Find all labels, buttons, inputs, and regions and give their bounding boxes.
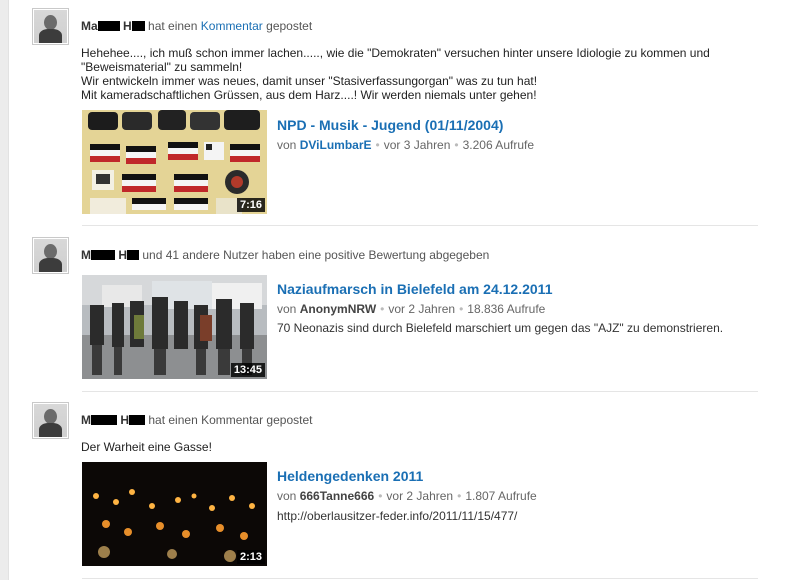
- feed-separator: [82, 578, 758, 579]
- avatar[interactable]: [32, 237, 69, 274]
- comment-text: Hehehee...., ich muß schon immer lachen.…: [81, 46, 710, 102]
- video-duration: 13:45: [230, 363, 265, 377]
- video-title-link[interactable]: Heldengedenken 2011: [277, 468, 423, 484]
- feed-separator: [82, 225, 758, 226]
- video-description: 70 Neonazis sind durch Bielefeld marschi…: [277, 321, 724, 335]
- video-duration: 2:13: [236, 550, 265, 564]
- avatar[interactable]: [32, 402, 69, 439]
- activity-headline: Ma H hat einen Kommentar gepostet: [81, 19, 313, 33]
- activity-headline: M H und 41 andere Nutzer haben eine posi…: [81, 248, 490, 262]
- video-thumbnail[interactable]: 13:45: [82, 275, 267, 379]
- video-thumbnail[interactable]: 2:13: [82, 462, 267, 566]
- feed-item: M H hat einen Kommentar gepostet Der War…: [30, 402, 760, 580]
- video-author-link[interactable]: DViLumbarE: [300, 138, 372, 152]
- video-author-link[interactable]: 666Tanne666: [300, 489, 375, 503]
- feed-separator: [82, 391, 758, 392]
- avatar[interactable]: [32, 8, 69, 45]
- username-link[interactable]: M H: [81, 248, 140, 262]
- activity-headline: M H hat einen Kommentar gepostet: [81, 413, 313, 427]
- video-description-link[interactable]: http://oberlausitzer-feder.info/2011/11/…: [277, 509, 517, 523]
- video-meta: von DViLumbarE • vor 3 Jahren • 3.206 Aufruf…: [277, 138, 534, 152]
- video-title-link[interactable]: NPD - Musik - Jugend (01/11/2004): [277, 117, 503, 133]
- comment-link[interactable]: Kommentar: [201, 19, 263, 33]
- comment-text: Der Warheit eine Gasse!: [81, 440, 212, 454]
- feed-item: Ma H hat einen Kommentar gepostet Hehehe…: [30, 8, 760, 222]
- video-title-link[interactable]: Naziaufmarsch in Bielefeld am 24.12.2011: [277, 281, 552, 297]
- username-link[interactable]: Ma H: [81, 19, 145, 33]
- video-author-link[interactable]: AnonymNRW: [300, 302, 376, 316]
- video-meta: von AnonymNRW • vor 2 Jahren • 18.836 Aufruf…: [277, 302, 546, 316]
- video-meta: von 666Tanne666 • vor 2 Jahren • 1.807 Aufru…: [277, 489, 537, 503]
- video-thumbnail[interactable]: 7:16: [82, 110, 267, 214]
- username-link[interactable]: M H: [81, 413, 146, 427]
- video-duration: 7:16: [236, 198, 265, 212]
- feed-item: M H und 41 andere Nutzer haben eine posi…: [30, 237, 760, 387]
- left-sidebar-edge: [0, 0, 9, 580]
